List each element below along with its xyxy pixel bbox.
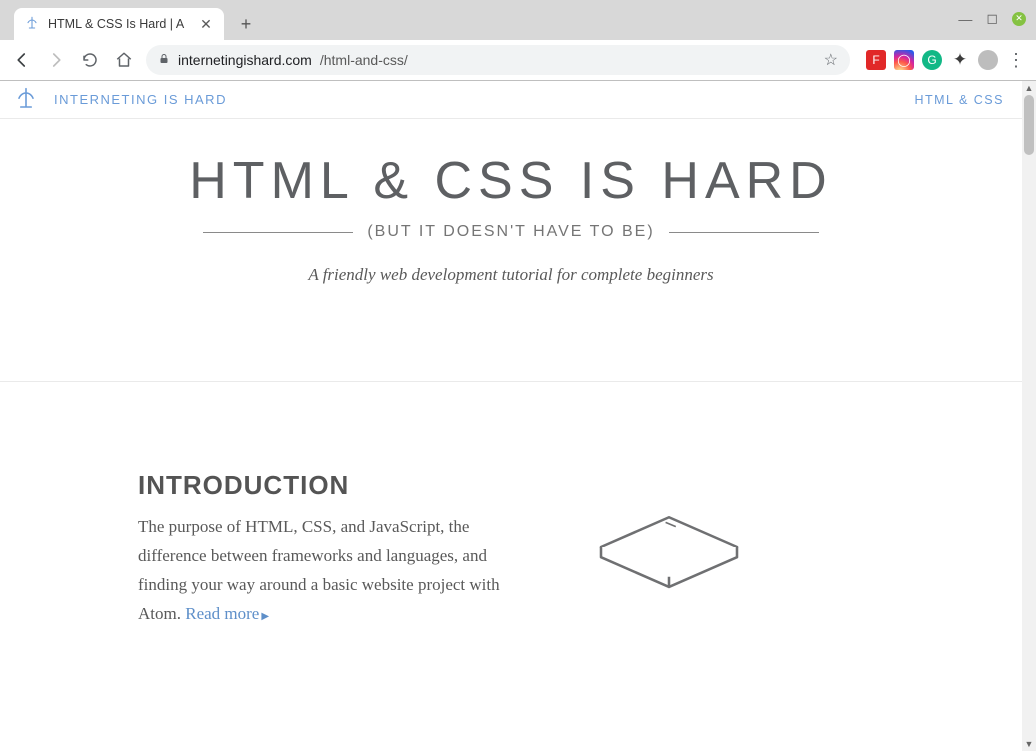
tab-close-icon[interactable]: ✕: [198, 16, 214, 32]
intro-section: INTRODUCTION The purpose of HTML, CSS, a…: [138, 382, 898, 629]
extensions-menu-icon[interactable]: ✦: [950, 50, 970, 70]
omnibox[interactable]: internetingishard.com/html-and-css/ ☆: [146, 45, 850, 75]
profile-avatar-icon[interactable]: [978, 50, 998, 70]
extension-grammarly-icon[interactable]: G: [922, 50, 942, 70]
site-nav-link-html-css[interactable]: HTML & CSS: [914, 93, 1004, 107]
address-bar: internetingishard.com/html-and-css/ ☆ F …: [0, 40, 1036, 80]
browser-chrome: ― ◻ ✕ HTML & CSS Is Hard | A ✕ +: [0, 0, 1036, 81]
rule-left: [203, 232, 353, 233]
intro-body: The purpose of HTML, CSS, and JavaScript…: [138, 513, 538, 629]
favicon-fleur-icon: [24, 16, 40, 32]
url-host: internetingishard.com: [178, 52, 312, 68]
home-button[interactable]: [112, 48, 136, 72]
browser-tab[interactable]: HTML & CSS Is Hard | A ✕: [14, 8, 224, 40]
scrollbar-thumb[interactable]: [1024, 95, 1034, 155]
forward-button[interactable]: [44, 48, 68, 72]
back-button[interactable]: [10, 48, 34, 72]
tab-bar: HTML & CSS Is Hard | A ✕ +: [0, 0, 1036, 40]
page-viewport: ▲ ▼ INTERNETING IS HARD HTML & CSS HTML …: [0, 81, 1036, 751]
site-brand[interactable]: INTERNETING IS HARD: [12, 86, 227, 114]
scrollbar-up-icon[interactable]: ▲: [1022, 81, 1036, 95]
new-tab-button[interactable]: +: [232, 10, 260, 38]
extension-icons: F ◯ G ✦ ⋮: [860, 50, 1026, 70]
tab-title: HTML & CSS Is Hard | A: [48, 17, 190, 31]
window-close-icon[interactable]: ✕: [1012, 12, 1026, 26]
window-controls: ― ◻ ✕: [958, 10, 1026, 27]
hero-subtitle: (BUT IT DOESN'T HAVE TO BE): [367, 223, 654, 241]
intro-illustration-laptop-icon: [584, 470, 754, 603]
reload-button[interactable]: [78, 48, 102, 72]
lock-icon: [158, 53, 170, 68]
bookmark-star-icon[interactable]: ☆: [824, 50, 838, 70]
scrollbar[interactable]: ▲ ▼: [1022, 81, 1036, 751]
scrollbar-down-icon[interactable]: ▼: [1022, 737, 1036, 751]
hero-tagline: A friendly web development tutorial for …: [0, 265, 1022, 285]
extension-instagram-icon[interactable]: ◯: [894, 50, 914, 70]
site-header: INTERNETING IS HARD HTML & CSS: [0, 81, 1022, 119]
intro-readmore-link[interactable]: Read more: [185, 604, 259, 623]
rule-right: [669, 232, 819, 233]
hero: HTML & CSS IS HARD (BUT IT DOESN'T HAVE …: [0, 119, 1022, 285]
intro-text: INTRODUCTION The purpose of HTML, CSS, a…: [138, 470, 538, 629]
window-maximize-icon[interactable]: ◻: [986, 10, 998, 27]
intro-heading: INTRODUCTION: [138, 470, 538, 501]
extension-flipboard-icon[interactable]: F: [866, 50, 886, 70]
hero-subtitle-row: (BUT IT DOESN'T HAVE TO BE): [0, 223, 1022, 241]
readmore-caret-icon: ▶: [261, 611, 269, 622]
browser-menu-icon[interactable]: ⋮: [1006, 50, 1026, 70]
window-minimize-icon[interactable]: ―: [958, 11, 972, 27]
hero-title: HTML & CSS IS HARD: [0, 151, 1022, 211]
site-brand-label: INTERNETING IS HARD: [54, 92, 227, 107]
site-logo-fleur-icon: [12, 86, 40, 114]
url-path: /html-and-css/: [320, 52, 408, 68]
